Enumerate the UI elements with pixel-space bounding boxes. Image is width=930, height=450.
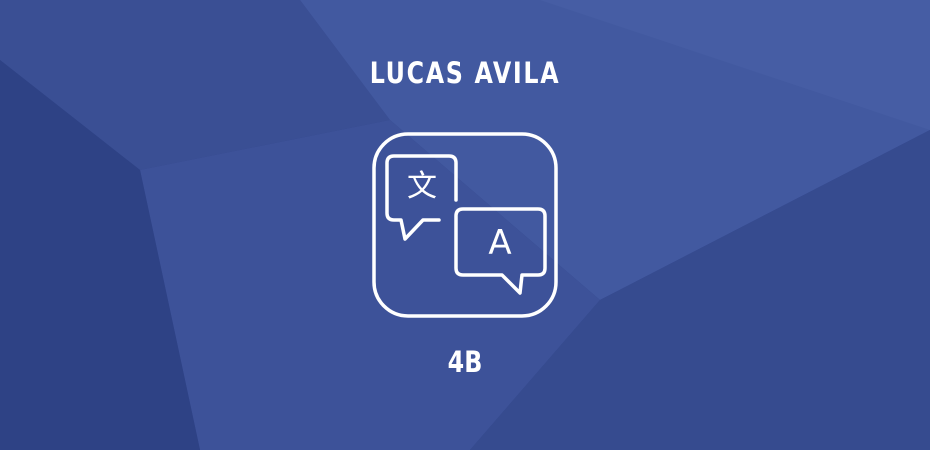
card-title: LUCAS AVILA (369, 56, 561, 90)
target-glyph: A (488, 223, 512, 263)
source-glyph: 文 (407, 169, 437, 204)
translate-icon: 文 A (371, 131, 559, 319)
card-code: 4B (447, 345, 483, 379)
